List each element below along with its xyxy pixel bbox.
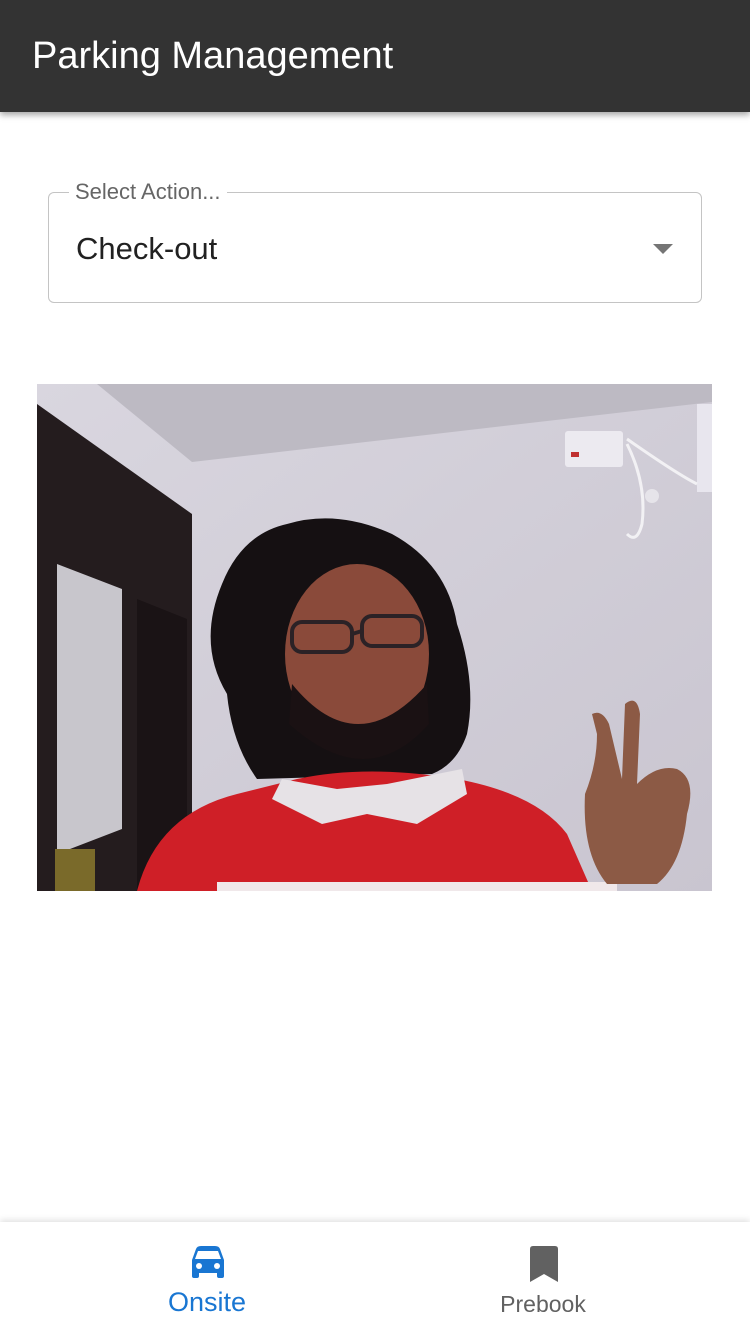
app-bar: Parking Management xyxy=(0,0,750,112)
webcam-image xyxy=(37,384,712,891)
page-title: Parking Management xyxy=(32,35,394,77)
nav-item-prebook[interactable]: Prebook xyxy=(375,1222,750,1333)
car-icon xyxy=(192,1246,224,1278)
action-select-label: Select Action... xyxy=(69,179,227,205)
action-select[interactable]: Select Action... Check-out xyxy=(48,179,702,303)
nav-item-prebook-label: Prebook xyxy=(500,1291,586,1317)
chevron-down-icon xyxy=(653,244,673,254)
nav-item-onsite-label: Onsite xyxy=(167,1287,247,1317)
nav-item-onsite[interactable]: Onsite xyxy=(0,1222,375,1333)
bottom-navigation: Onsite Prebook xyxy=(0,1222,750,1333)
camera-preview xyxy=(37,384,712,891)
action-select-value: Check-out xyxy=(76,231,218,266)
bookmark-icon xyxy=(530,1246,558,1282)
